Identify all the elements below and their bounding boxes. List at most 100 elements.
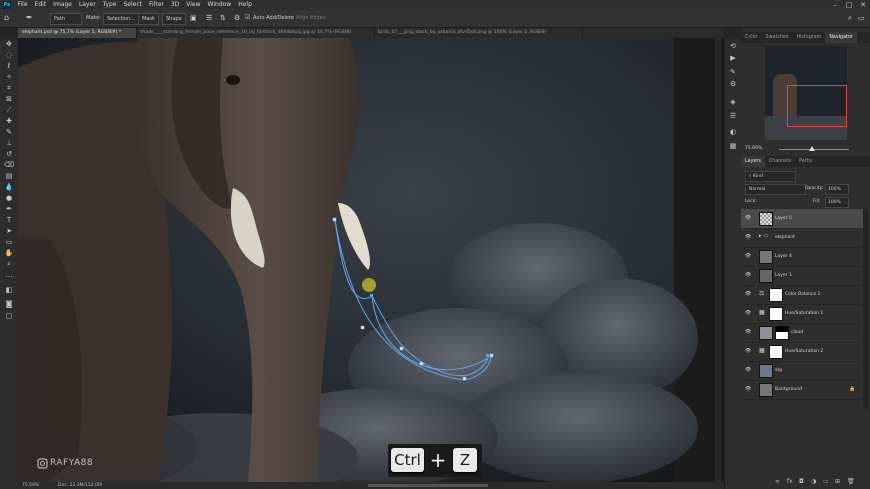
navigator-preview[interactable] [765, 46, 847, 140]
layer-row[interactable]: 👁 ▦ Hue/Saturation 2 [741, 342, 863, 362]
link-layers-icon[interactable]: ∞ [775, 478, 780, 485]
crop-tool-icon[interactable]: ⌗ [4, 84, 14, 93]
minimize-button[interactable]: – [828, 0, 842, 10]
layers-scrollbar[interactable] [863, 209, 868, 409]
zoom-tool-icon[interactable]: ⌕ [4, 260, 14, 269]
visibility-eye-icon[interactable]: 👁 [745, 234, 751, 240]
path-select-tool-icon[interactable]: ➤ [4, 227, 14, 236]
hand-tool-icon[interactable]: ✋ [4, 249, 14, 258]
more-tools-icon[interactable]: … [4, 271, 14, 280]
close-button[interactable]: ✕ [856, 0, 870, 10]
layer-row[interactable]: 👁 ⚖ Color Balance 1 [741, 285, 863, 305]
menu-3d[interactable]: 3D [167, 0, 182, 10]
menu-window[interactable]: Window [204, 0, 235, 10]
layer-row[interactable]: 👁 Layer 5 [741, 209, 863, 229]
tab-navigator[interactable]: Navigator [825, 32, 857, 43]
menu-image[interactable]: Image [50, 0, 76, 10]
healing-tool-icon[interactable]: ✚ [4, 117, 14, 126]
adjustment-layer-icon[interactable]: ◑ [811, 478, 816, 485]
libraries-icon[interactable]: ▦ [728, 142, 738, 151]
path-alignment-icon[interactable]: ☰ [206, 13, 212, 23]
tab-layers[interactable]: Layers [741, 156, 765, 167]
actions-icon[interactable]: ▶ [728, 54, 738, 63]
quick-select-tool-icon[interactable]: ✧ [4, 73, 14, 82]
fx-icon[interactable]: fx [787, 478, 793, 485]
stamp-tool-icon[interactable]: ⊥ [4, 139, 14, 148]
blend-mode-select[interactable]: Normal [745, 184, 806, 195]
visibility-eye-icon[interactable]: 👁 [745, 348, 751, 354]
eyedropper-tool-icon[interactable]: ⟋ [4, 106, 14, 115]
tab-elephant[interactable]: elephant.psd @ 75,7% (Layer 5, RGB/8#) * [18, 28, 137, 38]
menu-file[interactable]: File [14, 0, 31, 10]
shape-button[interactable]: Shape [162, 13, 186, 25]
tab-swatches[interactable]: Swatches [762, 32, 793, 43]
visibility-eye-icon[interactable]: 👁 [745, 367, 751, 373]
layer-row[interactable]: 👁 Background 🔒 [741, 380, 863, 400]
screen-mode-icon[interactable]: ▢ [4, 312, 14, 321]
workspace-icon[interactable]: ▭ [858, 13, 865, 23]
layer-row[interactable]: 👁 sky [741, 361, 863, 381]
visibility-eye-icon[interactable]: 👁 [745, 272, 751, 278]
visibility-eye-icon[interactable]: 👁 [745, 253, 751, 259]
document-canvas[interactable]: RAFYA88 Ctrl + Z [18, 38, 724, 482]
navigator-zoom[interactable]: 75,69% [745, 146, 762, 151]
brush-settings-icon[interactable]: ✎ [728, 68, 738, 77]
layer-row[interactable]: 👁 cloud [741, 323, 863, 343]
history-icon[interactable]: ⟲ [728, 42, 738, 51]
blur-tool-icon[interactable]: 💧 [4, 183, 14, 192]
auto-add-delete-checkbox[interactable]: ☑ [245, 13, 250, 23]
shape-tool-icon[interactable]: ▭ [4, 238, 14, 247]
menu-filter[interactable]: Filter [146, 0, 168, 10]
maximize-button[interactable]: □ [842, 0, 856, 10]
tab-paths[interactable]: Paths [795, 156, 816, 167]
trash-icon[interactable]: 🗑 [847, 478, 855, 485]
pen-tool-icon-side[interactable]: ✒ [4, 205, 14, 214]
search-icon[interactable]: ⌕ [848, 13, 852, 23]
layer-row[interactable]: 👁 Layer 4 [741, 247, 863, 267]
type-tool-icon[interactable]: T [4, 216, 14, 225]
horizontal-scrollbar[interactable] [368, 484, 488, 487]
quick-mask-icon[interactable]: ◙ [4, 300, 14, 309]
move-tool-icon[interactable]: ✥ [4, 40, 14, 49]
add-mask-icon[interactable]: ◘ [799, 478, 804, 485]
tab-channels[interactable]: Channels [765, 156, 795, 167]
layer-filter-select[interactable]: ⌕ Kind [745, 171, 796, 182]
lasso-tool-icon[interactable]: ℓ [4, 62, 14, 71]
eraser-tool-icon[interactable]: ⌫ [4, 161, 14, 170]
history-brush-icon[interactable]: ↺ [4, 150, 14, 159]
dodge-tool-icon[interactable]: ● [4, 194, 14, 203]
gear-icon[interactable]: ⚙ [234, 13, 240, 23]
menu-select[interactable]: Select [120, 0, 146, 10]
layer-row[interactable]: 👁 ▦ Hue/Saturation 1 [741, 304, 863, 324]
marquee-tool-icon[interactable]: ◌ [4, 51, 14, 60]
visibility-eye-icon[interactable]: 👁 [745, 291, 751, 297]
pen-tool-icon[interactable]: ✒ [26, 13, 33, 23]
navigator-view-box[interactable] [787, 85, 847, 127]
path-arrangement-icon[interactable]: ⇅ [220, 13, 226, 23]
visibility-eye-icon[interactable]: 👁 [745, 329, 751, 335]
opacity-input[interactable]: 100% [825, 184, 849, 195]
visibility-eye-icon[interactable]: 👁 [745, 215, 751, 221]
menu-type[interactable]: Type [99, 0, 120, 10]
styles-icon[interactable]: ◐ [728, 128, 738, 137]
menu-help[interactable]: Help [235, 0, 256, 10]
selection-button[interactable]: Selection... [103, 13, 139, 25]
new-layer-icon[interactable]: ⊞ [835, 478, 840, 485]
brush-tool-icon[interactable]: ✎ [4, 128, 14, 137]
color-swatch-icon[interactable]: ◧ [4, 286, 14, 295]
fill-input[interactable]: 100% [825, 197, 849, 208]
menu-layer[interactable]: Layer [75, 0, 99, 10]
zoom-slider-handle[interactable] [809, 146, 815, 151]
new-group-icon[interactable]: ▭ [823, 478, 829, 485]
home-icon[interactable]: ⌂ [4, 13, 9, 23]
layer-row[interactable]: 👁 ▸ ▭ elephant [741, 228, 863, 248]
menu-view[interactable]: View [183, 0, 204, 10]
menu-edit[interactable]: Edit [31, 0, 50, 10]
properties-icon[interactable]: ☰ [728, 112, 738, 121]
frame-tool-icon[interactable]: ⊠ [4, 95, 14, 104]
mask-button[interactable]: Mask [138, 13, 159, 25]
tab-birds[interactable]: birds_07___png_stock_by_urbania_dfvd5s8.… [374, 28, 583, 38]
layer-row[interactable]: 👁 Layer 1 [741, 266, 863, 286]
tab-pose-reference[interactable]: shade____standing_female_pose_reference_… [136, 28, 375, 38]
tab-histogram[interactable]: Histogram [792, 32, 825, 43]
